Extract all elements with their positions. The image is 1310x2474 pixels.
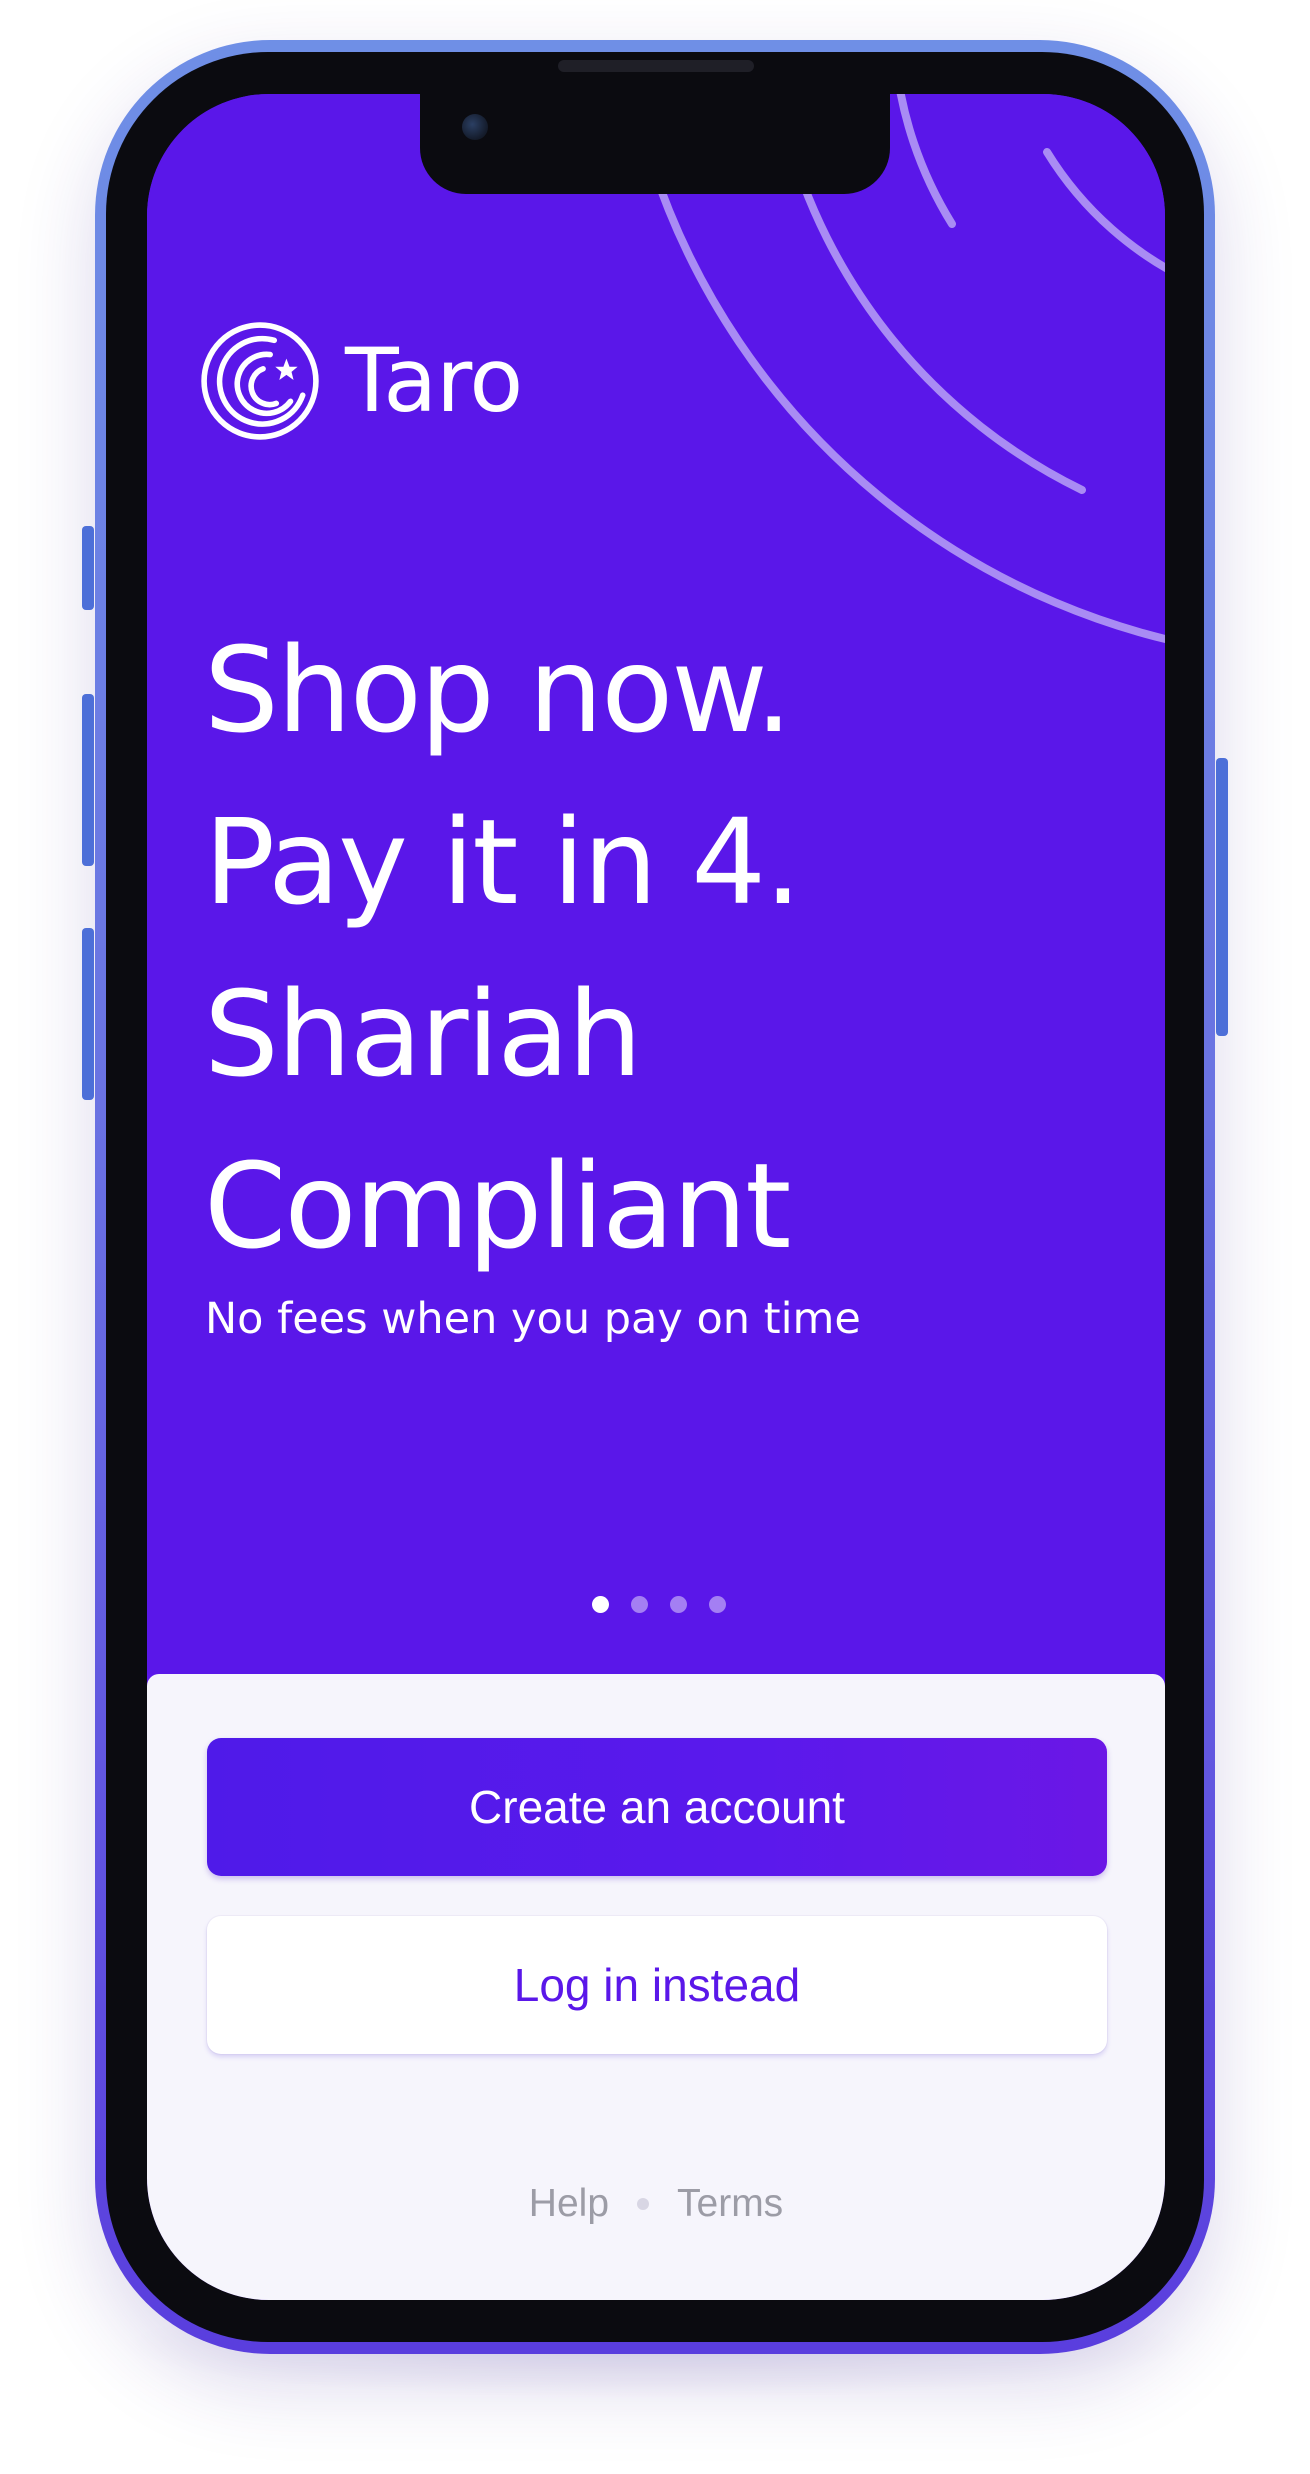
subtitle: No fees when you pay on time xyxy=(205,1294,861,1344)
headline-line: Shariah xyxy=(204,965,642,1103)
crescent-star-logo-icon xyxy=(201,322,319,440)
separator-dot xyxy=(637,2198,650,2210)
action-sheet: Create an account Log in instead Help Te… xyxy=(147,1674,1165,2300)
screen: Taro Shop now. Pay it in 4. Shariah Comp… xyxy=(147,94,1165,2300)
camera-notch xyxy=(420,94,890,194)
page-dot-active[interactable] xyxy=(592,1596,609,1613)
onboarding-hero: Taro Shop now. Pay it in 4. Shariah Comp… xyxy=(147,94,1165,1674)
page-dot[interactable] xyxy=(670,1596,687,1613)
headline-line: Compliant xyxy=(204,1137,791,1275)
footer-links: Help Terms xyxy=(147,2182,1165,2226)
terms-link[interactable]: Terms xyxy=(677,2182,783,2226)
brand-logo: Taro xyxy=(199,320,523,442)
volume-up-button xyxy=(82,694,94,866)
brand-name: Taro xyxy=(345,329,523,432)
front-camera xyxy=(462,114,488,140)
volume-down-button xyxy=(82,928,94,1100)
power-button xyxy=(1216,758,1228,1036)
page-dot[interactable] xyxy=(709,1596,726,1613)
headline: Shop now. Pay it in 4. Shariah Compliant xyxy=(204,604,1104,1292)
create-account-button[interactable]: Create an account xyxy=(207,1738,1107,1876)
page-indicator xyxy=(592,1596,726,1613)
page-dot[interactable] xyxy=(631,1596,648,1613)
earpiece-speaker xyxy=(558,60,754,72)
mute-switch xyxy=(82,526,94,610)
login-button[interactable]: Log in instead xyxy=(207,1916,1107,2054)
headline-line: Shop now. xyxy=(204,621,792,759)
headline-line: Pay it in 4. xyxy=(204,793,802,931)
help-link[interactable]: Help xyxy=(529,2182,609,2226)
